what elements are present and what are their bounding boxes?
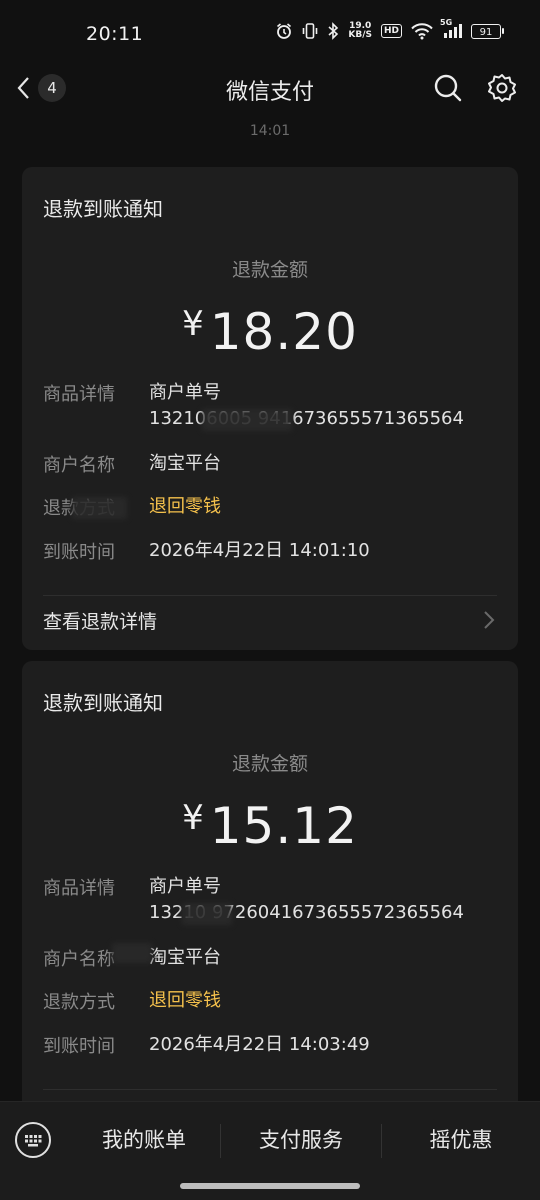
merchant-value: 淘宝平台: [149, 947, 221, 968]
refund-notice-card[interactable]: 退款到账通知 退款金额 ¥18.20 商品详情 商户单号 132106005 9…: [22, 167, 518, 650]
product-detail-label: 商品详情: [43, 384, 115, 405]
gear-icon: [488, 74, 516, 102]
status-time: 20:11: [86, 23, 144, 45]
keyboard-icon: [15, 1122, 51, 1158]
redaction-patch: [112, 943, 152, 963]
net-speed: 19.0 KB/S: [348, 22, 372, 40]
bluetooth-icon: [327, 22, 339, 40]
chat-timestamp: 14:01: [249, 123, 291, 139]
divider: [43, 595, 497, 596]
view-refund-detail-link[interactable]: 查看退款详情: [43, 607, 497, 637]
product-detail-value: 商户单号 132106005 9416736555713655​64: [149, 380, 464, 432]
nav-bar: 4 微信支付: [0, 66, 540, 110]
card-title: 退款到账通知: [43, 197, 163, 221]
order-number-label: 商户单号: [149, 382, 221, 403]
vibrate-icon: [302, 22, 318, 40]
screen: 20:11 19.0 KB/S HD 5G 91 4 微信支付 14:01 退款…: [0, 0, 540, 1200]
keyboard-toggle-button[interactable]: [14, 1121, 52, 1159]
merchant-label: 商户名称: [43, 455, 115, 476]
arrival-time-label: 到账时间: [43, 542, 115, 563]
battery-level: 91: [471, 23, 501, 39]
search-button[interactable]: [432, 72, 464, 104]
hd-badge: HD: [380, 24, 402, 38]
menu-payment-services[interactable]: 支付服务: [221, 1124, 381, 1154]
product-detail-label: 商品详情: [43, 878, 115, 899]
redaction-patch: [202, 409, 292, 431]
refund-method-label: 退款方式: [43, 992, 115, 1013]
amount-value: 18.20: [209, 303, 358, 361]
search-icon: [434, 74, 462, 102]
arrival-time-value: 2026年4月22日 14:01:10: [149, 540, 370, 561]
detail-link-label: 查看退款详情: [43, 611, 158, 633]
merchant-value: 淘宝平台: [149, 453, 221, 474]
arrival-time-value: 2026年4月22日 14:03:49: [149, 1034, 370, 1055]
battery-icon: 91: [471, 23, 504, 39]
refund-amount: ¥15.12: [22, 797, 518, 855]
redaction-patch: [72, 497, 127, 519]
refund-notice-card[interactable]: 退款到账通知 退款金额 ¥15.12 商品详情 商户单号 13210 97260…: [22, 661, 518, 1121]
alarm-icon: [275, 22, 293, 40]
network-type-label: 5G: [440, 18, 453, 27]
currency-symbol: ¥: [182, 798, 204, 838]
settings-button[interactable]: [486, 72, 518, 104]
menu-shake-deals[interactable]: 摇优惠: [382, 1124, 540, 1154]
currency-symbol: ¥: [182, 304, 204, 344]
order-number-label: 商户单号: [149, 876, 221, 897]
arrival-time-label: 到账时间: [43, 1036, 115, 1057]
refund-method-value: 退回零钱: [149, 990, 221, 1011]
redaction-patch: [182, 903, 232, 925]
order-number-value: 132106005 9416736555713655​64: [149, 408, 464, 429]
card-title: 退款到账通知: [43, 691, 163, 715]
divider: [43, 1089, 497, 1090]
amount-label: 退款金额: [231, 259, 308, 281]
amount-value: 15.12: [209, 797, 358, 855]
cellular-signal-icon: 5G: [440, 18, 462, 40]
refund-method-value: 退回零钱: [149, 496, 221, 517]
chevron-right-icon: [484, 611, 495, 629]
wifi-icon: [411, 22, 433, 40]
status-icons: 19.0 KB/S HD 5G 91: [275, 18, 504, 40]
net-speed-unit: KB/S: [348, 30, 372, 40]
amount-label: 退款金额: [231, 753, 308, 775]
home-indicator[interactable]: [180, 1183, 360, 1189]
menu-my-bills[interactable]: 我的账单: [68, 1124, 220, 1154]
refund-amount: ¥18.20: [22, 303, 518, 361]
status-bar: 20:11 19.0 KB/S HD 5G 91: [0, 0, 540, 66]
